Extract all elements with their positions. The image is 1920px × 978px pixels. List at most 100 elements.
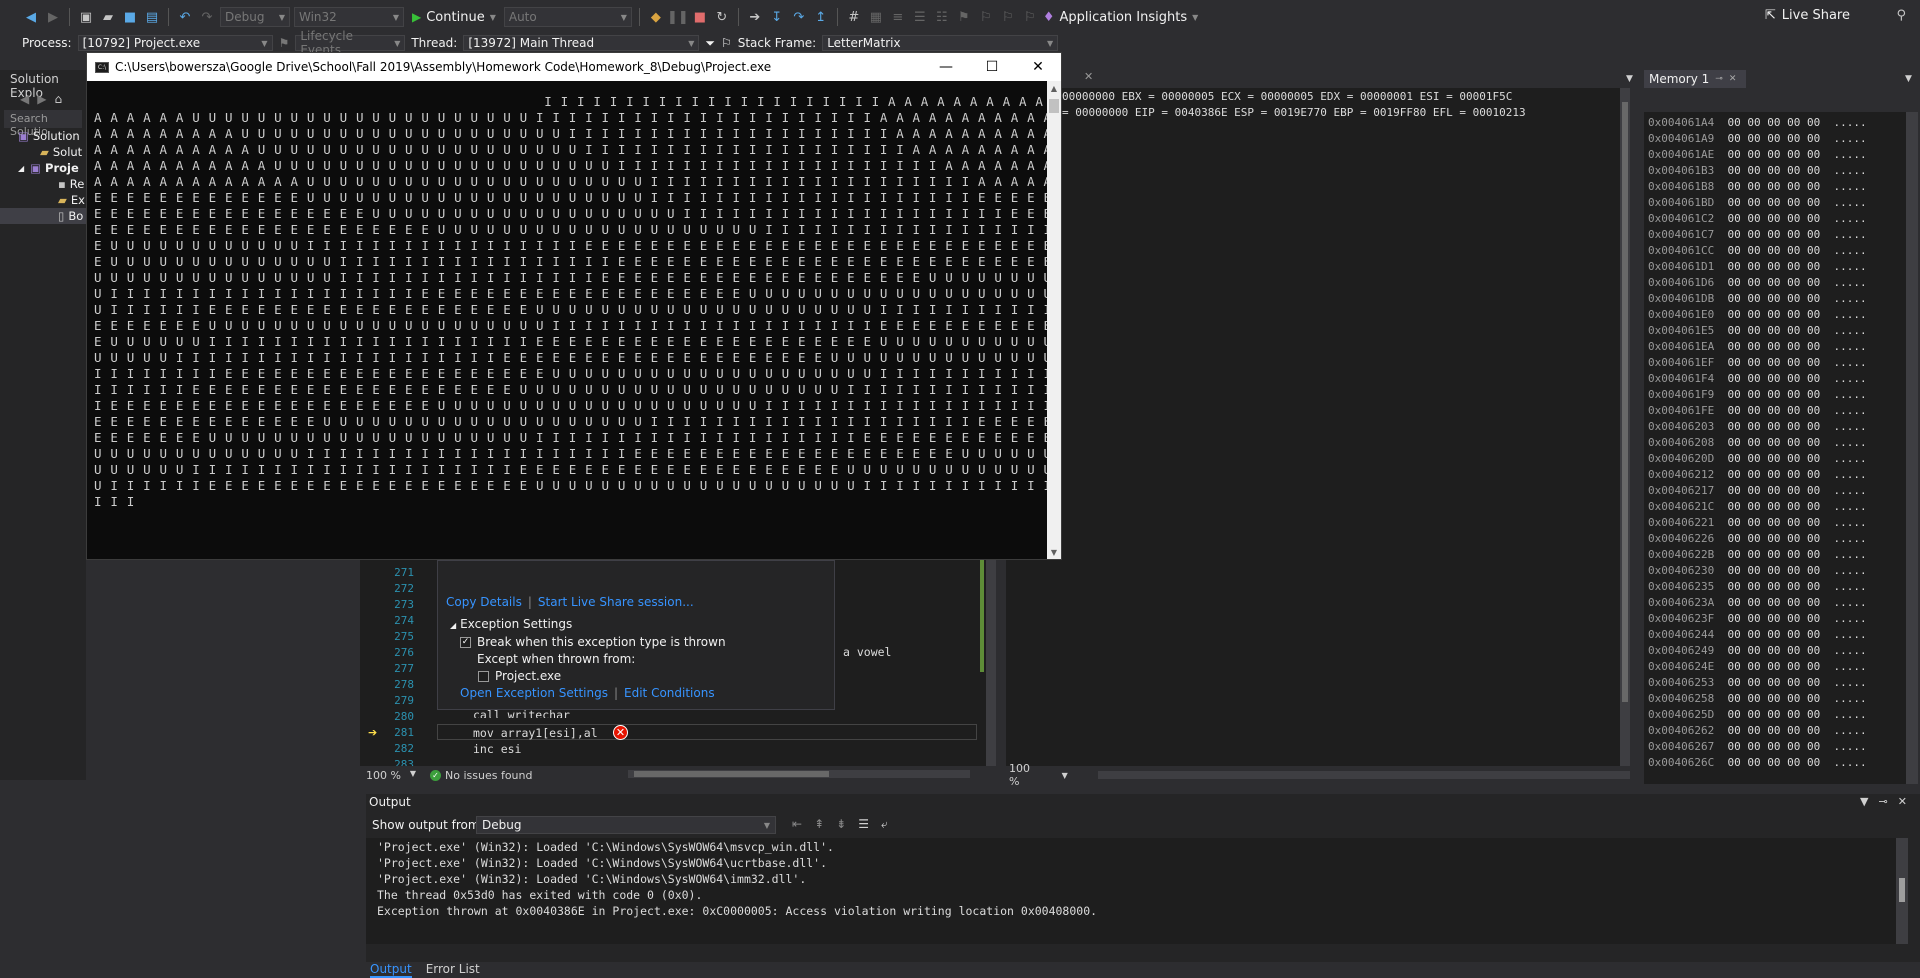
memory-bytes[interactable]: 00 00 00 00 00 xyxy=(1727,468,1820,481)
memory-bytes[interactable]: 00 00 00 00 00 xyxy=(1727,308,1820,321)
memory-row[interactable]: 0x00406217 00 00 00 00 00 ..... xyxy=(1648,484,1867,497)
memory-bytes[interactable]: 00 00 00 00 00 xyxy=(1727,756,1820,769)
forward-icon[interactable]: ▶ xyxy=(37,92,46,106)
scroll-down-icon[interactable]: ▼ xyxy=(1047,545,1061,559)
memory-row[interactable]: 0x004061FE 00 00 00 00 00 ..... xyxy=(1648,404,1867,417)
memory-row[interactable]: 0x00406203 00 00 00 00 00 ..... xyxy=(1648,420,1867,433)
memory-row[interactable]: 0x004061F9 00 00 00 00 00 ..... xyxy=(1648,388,1867,401)
chevron-down-icon[interactable]: ▼ xyxy=(1062,771,1068,780)
memory-bytes[interactable]: 00 00 00 00 00 xyxy=(1727,708,1820,721)
memory-bytes[interactable]: 00 00 00 00 00 xyxy=(1727,420,1820,433)
memory-row[interactable]: 0x004061AE 00 00 00 00 00 ..... xyxy=(1648,148,1867,161)
memory-row[interactable]: 0x00406258 00 00 00 00 00 ..... xyxy=(1648,692,1867,705)
editor-horizontal-scrollbar[interactable] xyxy=(628,770,970,778)
tree-item-references[interactable]: ▪ Re xyxy=(0,176,86,192)
open-exception-settings-link[interactable]: Open Exception Settings xyxy=(460,686,608,700)
word-wrap-icon[interactable]: ⤶ xyxy=(881,817,888,832)
memory-row[interactable]: 0x0040626C 00 00 00 00 00 ..... xyxy=(1648,756,1867,769)
break-when-thrown-checkbox[interactable]: ✓ Break when this exception type is throw… xyxy=(460,635,726,649)
scrollbar-thumb[interactable] xyxy=(1622,102,1628,702)
memory-bytes[interactable]: 00 00 00 00 00 xyxy=(1727,628,1820,641)
memory-bytes[interactable]: 00 00 00 00 00 xyxy=(1727,500,1820,513)
memory-bytes[interactable]: 00 00 00 00 00 xyxy=(1727,452,1820,465)
memory-bytes[interactable]: 00 00 00 00 00 xyxy=(1727,212,1820,225)
memory-row[interactable]: 0x004061BD 00 00 00 00 00 ..... xyxy=(1648,196,1867,209)
copy-details-link[interactable]: Copy Details xyxy=(446,595,522,609)
memory-bytes[interactable]: 00 00 00 00 00 xyxy=(1727,532,1820,545)
editor-zoom-select[interactable]: 100 % ▼ xyxy=(360,769,422,782)
issues-indicator[interactable]: ✓ No issues found xyxy=(430,769,532,782)
memory-vertical-scrollbar[interactable] xyxy=(1906,112,1918,784)
memory-bytes[interactable]: 00 00 00 00 00 xyxy=(1727,372,1820,385)
new-project-icon[interactable]: ▣ xyxy=(77,8,95,26)
memory-row[interactable]: 0x004061CC 00 00 00 00 00 ..... xyxy=(1648,244,1867,257)
memory-bytes[interactable]: 00 00 00 00 00 xyxy=(1727,676,1820,689)
hex-display-icon[interactable]: # xyxy=(845,8,863,26)
tab-output[interactable]: Output xyxy=(370,962,412,978)
memory-bytes[interactable]: 00 00 00 00 00 xyxy=(1727,148,1820,161)
close-tab-icon[interactable]: ✕ xyxy=(1729,74,1737,84)
tree-item-solution-folder[interactable]: ▰ Solut xyxy=(0,144,86,160)
memory-row[interactable]: 0x00406249 00 00 00 00 00 ..... xyxy=(1648,644,1867,657)
back-icon[interactable]: ◀ xyxy=(20,92,29,106)
auto-select[interactable]: Auto ▼ xyxy=(503,7,632,27)
tree-item-project[interactable]: ◢ ▣ Proje xyxy=(0,160,86,176)
project-exe-checkbox[interactable]: Project.exe xyxy=(478,669,561,683)
memory-row[interactable]: 0x004061EF 00 00 00 00 00 ..... xyxy=(1648,356,1867,369)
memory-row[interactable]: 0x00406267 00 00 00 00 00 ..... xyxy=(1648,740,1867,753)
memory-bytes[interactable]: 00 00 00 00 00 xyxy=(1727,324,1820,337)
output-vertical-scrollbar[interactable] xyxy=(1896,838,1908,944)
memory-row[interactable]: 0x004061E0 00 00 00 00 00 ..... xyxy=(1648,308,1867,321)
memory-row[interactable]: 0x0040624E 00 00 00 00 00 ..... xyxy=(1648,660,1867,673)
live-share-button[interactable]: ⇱ Live Share xyxy=(1765,8,1850,23)
console-vertical-scrollbar[interactable]: ▲ ▼ xyxy=(1047,81,1061,559)
live-share-session-link[interactable]: Start Live Share session... xyxy=(538,595,694,609)
show-next-statement-icon[interactable]: ➔ xyxy=(746,8,764,26)
close-icon[interactable]: ✕ xyxy=(1015,53,1061,81)
redo-icon[interactable]: ↷ xyxy=(198,8,216,26)
memory-row[interactable]: 0x00406253 00 00 00 00 00 ..... xyxy=(1648,676,1867,689)
bookmark-icon[interactable]: ⚑ xyxy=(955,8,973,26)
memory-bytes[interactable]: 00 00 00 00 00 xyxy=(1727,388,1820,401)
console-output[interactable]: I I I I I I I I I I I I I I I I I I I I … xyxy=(87,81,1047,559)
memory-bytes[interactable]: 00 00 00 00 00 xyxy=(1727,596,1820,609)
thread-select[interactable]: [13972] Main Thread ▼ xyxy=(463,35,700,51)
minimize-icon[interactable]: — xyxy=(923,53,969,81)
memory-bytes[interactable]: 00 00 00 00 00 xyxy=(1727,228,1820,241)
bookmark-next-icon[interactable]: ⚐ xyxy=(999,8,1017,26)
find-message-icon[interactable]: ⇤ xyxy=(792,817,802,832)
home-icon[interactable]: ⌂ xyxy=(54,92,62,106)
registers-horizontal-scrollbar[interactable] xyxy=(1097,771,1630,779)
layout-icon[interactable]: ▦ xyxy=(867,8,885,26)
memory-bytes[interactable]: 00 00 00 00 00 xyxy=(1727,484,1820,497)
memory-bytes[interactable]: 00 00 00 00 00 xyxy=(1727,244,1820,257)
bookmark-clear-icon[interactable]: ⚐ xyxy=(1021,8,1039,26)
memory-bytes[interactable]: 00 00 00 00 00 xyxy=(1727,564,1820,577)
memory-row[interactable]: 0x004061EA 00 00 00 00 00 ..... xyxy=(1648,340,1867,353)
registers-zoom-select[interactable]: 100 % xyxy=(1009,762,1042,788)
memory-bytes[interactable]: 00 00 00 00 00 xyxy=(1727,644,1820,657)
tab-error-list[interactable]: Error List xyxy=(426,962,480,978)
memory-bytes[interactable]: 00 00 00 00 00 xyxy=(1727,116,1820,129)
maximize-icon[interactable]: ☐ xyxy=(969,53,1015,81)
tree-item-source[interactable]: ▯ Bo xyxy=(0,208,86,224)
scrollbar-thumb[interactable] xyxy=(634,771,829,777)
memory-bytes[interactable]: 00 00 00 00 00 xyxy=(1727,164,1820,177)
memory-bytes[interactable]: 00 00 00 00 00 xyxy=(1727,692,1820,705)
memory-row[interactable]: 0x00406212 00 00 00 00 00 ..... xyxy=(1648,468,1867,481)
solution-search-input[interactable]: Search Solutio xyxy=(4,110,82,138)
memory-row[interactable]: 0x004061C7 00 00 00 00 00 ..... xyxy=(1648,228,1867,241)
registers-vertical-scrollbar[interactable] xyxy=(1620,88,1630,766)
memory-bytes[interactable]: 00 00 00 00 00 xyxy=(1727,548,1820,561)
step-over-icon[interactable]: ↷ xyxy=(790,8,808,26)
pin-icon[interactable]: ⊸ xyxy=(1878,795,1887,808)
exception-settings-header[interactable]: ◢ Exception Settings xyxy=(450,617,572,631)
forward-icon[interactable]: ▶ xyxy=(44,8,62,26)
memory-row[interactable]: 0x00406244 00 00 00 00 00 ..... xyxy=(1648,628,1867,641)
stack-frame-select[interactable]: LetterMatrix ▼ xyxy=(822,35,1059,51)
output-source-select[interactable]: Debug ▼ xyxy=(476,816,776,834)
feedback-icon[interactable]: ⚲ xyxy=(1896,8,1906,23)
memory-row[interactable]: 0x00406226 00 00 00 00 00 ..... xyxy=(1648,532,1867,545)
memory-row[interactable]: 0x0040621C 00 00 00 00 00 ..... xyxy=(1648,500,1867,513)
memory-bytes[interactable]: 00 00 00 00 00 xyxy=(1727,612,1820,625)
